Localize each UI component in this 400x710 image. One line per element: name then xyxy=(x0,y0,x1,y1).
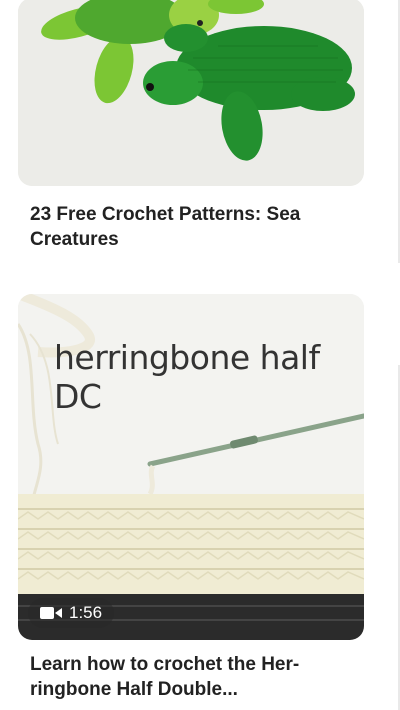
video-duration-badge: 1:56 xyxy=(28,598,115,628)
video-duration: 1:56 xyxy=(69,603,103,622)
video-overlay-text: herringbone half DC xyxy=(54,338,320,416)
pin-title[interactable]: Learn how to crochet the Her-ringbone Ha… xyxy=(18,652,364,702)
crochet-turtles-image xyxy=(18,0,364,186)
pin-card[interactable]: herringbone half DC 1:56 Learn how to cr… xyxy=(18,294,364,702)
video-camera-icon xyxy=(40,607,62,619)
pin-image-turtles[interactable] xyxy=(18,0,364,186)
pin-image-herringbone[interactable]: herringbone half DC 1:56 xyxy=(18,294,364,640)
pin-title[interactable]: 23 Free Crochet Patterns: Sea Creatures xyxy=(18,202,364,252)
pin-card[interactable]: 23 Free Crochet Patterns: Sea Creatures xyxy=(18,0,364,252)
